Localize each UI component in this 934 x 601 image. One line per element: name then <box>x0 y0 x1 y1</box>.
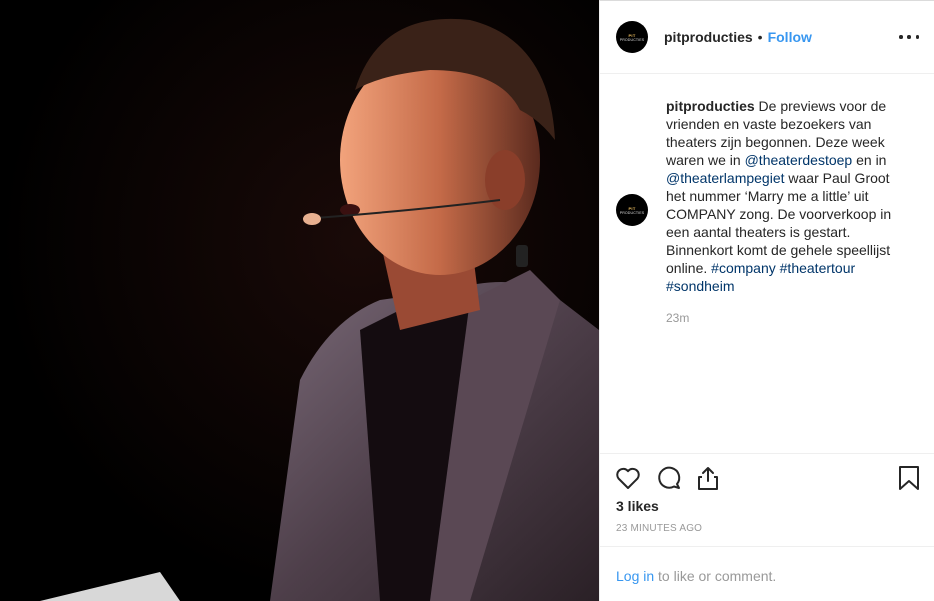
hashtag-company[interactable]: #company <box>711 260 776 276</box>
caption-relative-time: 23m <box>666 311 690 325</box>
login-prompt: Log in to like or comment. <box>600 546 934 601</box>
caption-avatar-text-2: PRODUCTIES <box>619 210 645 215</box>
post-photo[interactable] <box>0 0 599 601</box>
follow-button[interactable]: Follow <box>768 29 812 45</box>
caption-avatar[interactable]: PIT PRODUCTIES <box>616 194 648 226</box>
caption: PIT PRODUCTIES pitproducties De previews… <box>616 97 916 325</box>
more-horizontal-icon[interactable] <box>899 27 919 47</box>
post-timestamp: 23 minutes ago <box>616 523 703 534</box>
mention-theaterdestoep[interactable]: @theaterdestoep <box>745 152 853 168</box>
caption-part-2: en in <box>852 152 887 168</box>
avatar-logo-text-2: PRODUCTIES <box>619 37 645 42</box>
caption-text: pitproducties De previews voor de vriend… <box>666 97 906 295</box>
likes-count[interactable]: 3 likes <box>616 498 659 514</box>
heart-icon[interactable] <box>614 464 642 492</box>
share-icon[interactable] <box>694 464 722 492</box>
username-link[interactable]: pitproducties <box>664 29 753 45</box>
action-bar <box>600 453 934 503</box>
hashtag-theatertour[interactable]: #theatertour <box>780 260 856 276</box>
performer-photo <box>0 0 599 601</box>
login-prompt-text: to like or comment. <box>654 568 777 584</box>
separator-dot: • <box>757 29 763 45</box>
comment-icon[interactable] <box>655 464 683 492</box>
hashtag-sondheim[interactable]: #sondheim <box>666 278 735 294</box>
bookmark-icon[interactable] <box>895 464 923 492</box>
avatar[interactable]: PIT PRODUCTIES <box>616 21 648 53</box>
caption-username[interactable]: pitproducties <box>666 98 755 114</box>
post-details-panel: PIT PRODUCTIES pitproducties • Follow PI… <box>599 0 934 601</box>
mention-theaterlampegiet[interactable]: @theaterlampegiet <box>666 170 785 186</box>
post-header: PIT PRODUCTIES pitproducties • Follow <box>600 1 934 74</box>
login-link[interactable]: Log in <box>616 568 654 584</box>
